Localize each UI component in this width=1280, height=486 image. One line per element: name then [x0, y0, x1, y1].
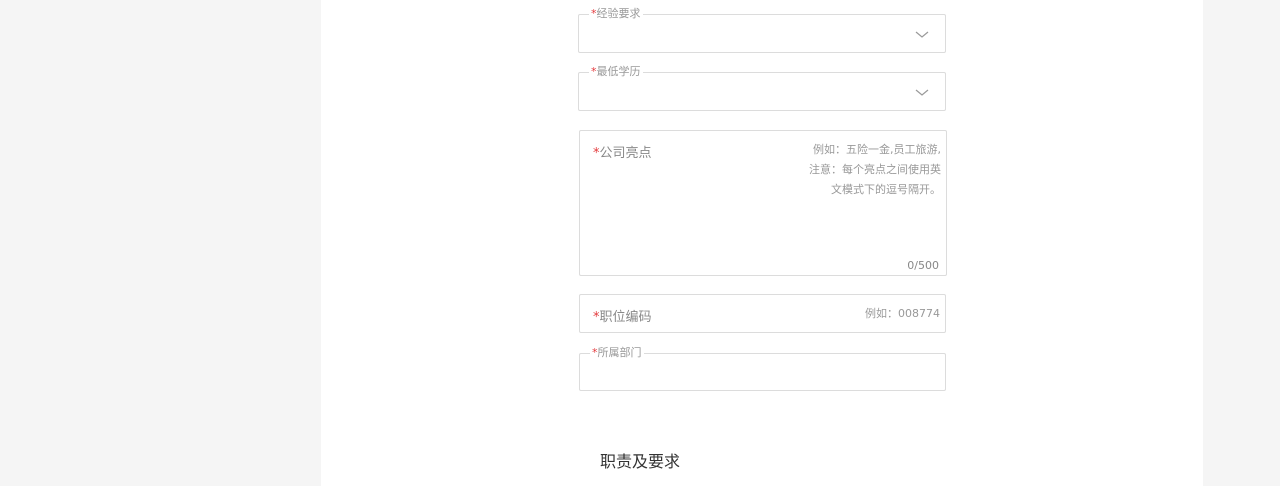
- chevron-down-icon[interactable]: [915, 29, 929, 39]
- education-select[interactable]: *最低学历: [578, 66, 946, 111]
- experience-label: *经验要求: [589, 7, 643, 20]
- chevron-down-icon[interactable]: [915, 87, 929, 97]
- highlights-label: *公司亮点: [593, 146, 652, 161]
- highlights-placeholder: 例如：五险一金,员工旅游, 注意：每个亮点之间使用英 文模式下的逗号隔开。: [809, 143, 941, 196]
- department-input[interactable]: *所属部门: [579, 347, 946, 391]
- department-label: *所属部门: [590, 346, 644, 359]
- char-counter: 0/500: [907, 259, 939, 272]
- position-code-label: *职位编码: [593, 310, 652, 325]
- position-code-placeholder: 例如：008774: [865, 307, 940, 320]
- highlights-textarea[interactable]: *公司亮点 例如：五险一金,员工旅游, 注意：每个亮点之间使用英 文模式下的逗号…: [579, 130, 947, 276]
- section-title: 职责及要求: [599, 452, 680, 471]
- position-code-input[interactable]: *职位编码 例如：008774: [579, 294, 946, 333]
- experience-select[interactable]: *经验要求: [578, 8, 946, 53]
- education-label: *最低学历: [589, 65, 643, 78]
